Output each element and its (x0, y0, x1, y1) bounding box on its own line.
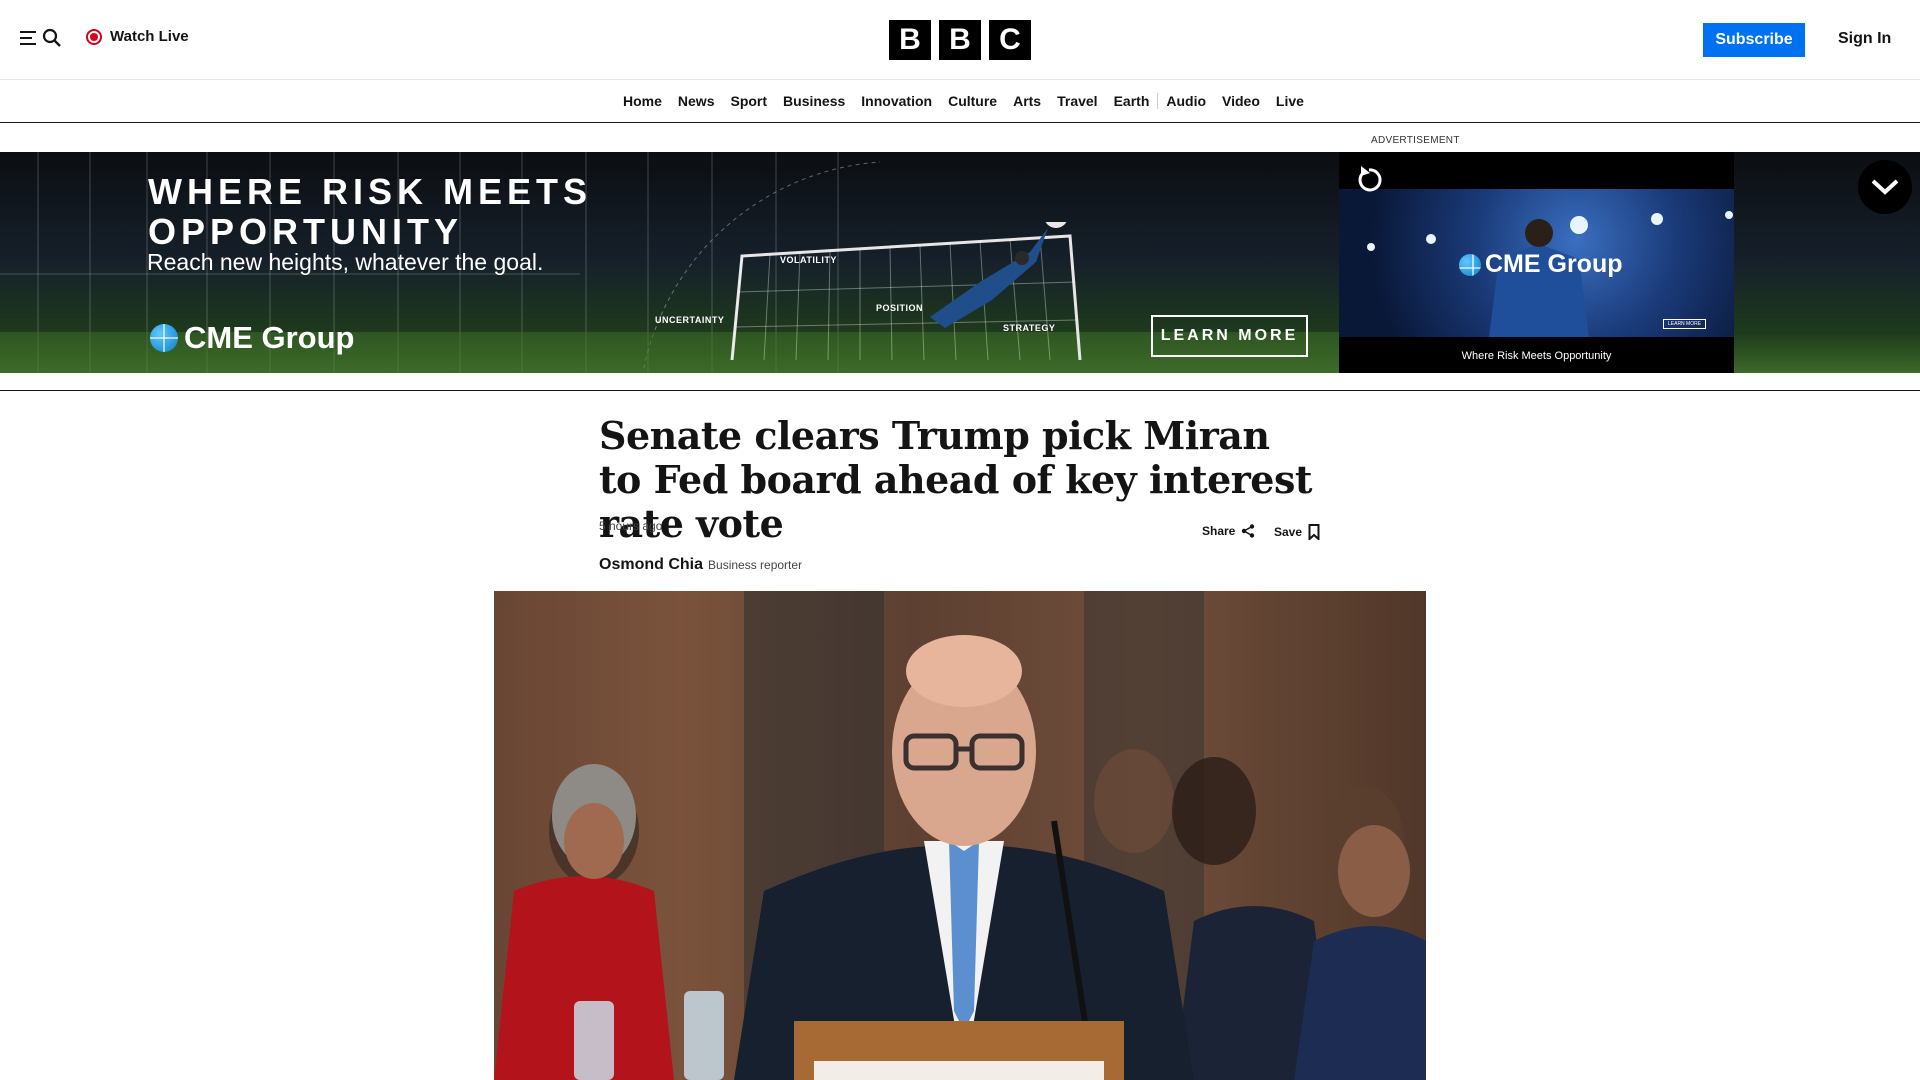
live-dot-icon (86, 28, 102, 45)
nav-item-video[interactable]: Video (1214, 93, 1268, 109)
author-name[interactable]: Osmond Chia (599, 556, 703, 574)
article-hero-image (494, 591, 1426, 1080)
nav-item-innovation[interactable]: Innovation (853, 93, 940, 109)
share-icon (1242, 524, 1255, 538)
ad-video-caption: Where Risk Meets Opportunity (1461, 350, 1612, 362)
ad-tag-uncertainty: UNCERTAINTY (655, 315, 725, 325)
chevron-down-icon (1871, 179, 1899, 195)
site-header: Watch Live B B C Subscribe Sign In (0, 0, 1920, 80)
ad-headline: WHERE RISK MEETS OPPORTUNITY (148, 172, 592, 252)
goal-illustration (730, 222, 1082, 361)
ad-learn-more-button[interactable]: LEARN MORE (1151, 315, 1308, 357)
menu-icon (20, 31, 36, 45)
nav-item-arts[interactable]: Arts (1005, 93, 1049, 109)
ad-headline-line: OPPORTUNITY (148, 211, 464, 252)
collapse-ad-button[interactable] (1858, 160, 1912, 214)
main-nav: Home News Sport Business Innovation Cult… (0, 81, 1920, 123)
nav-list: Home News Sport Business Innovation Cult… (615, 93, 1312, 109)
nav-item-home[interactable]: Home (615, 93, 670, 109)
article-timestamp: 5 hours ago (599, 519, 663, 533)
nav-item-earth[interactable]: Earth (1106, 93, 1159, 109)
nav-item-business[interactable]: Business (775, 93, 853, 109)
watch-live-label: Watch Live (110, 28, 189, 45)
ad-brand-logo: CME Group (150, 320, 355, 356)
globe-icon (1459, 253, 1481, 276)
byline: Osmond Chia Business reporter (599, 556, 802, 574)
subscribe-button[interactable]: Subscribe (1703, 23, 1805, 57)
watch-live-link[interactable]: Watch Live (86, 28, 189, 45)
save-button[interactable]: Save (1274, 524, 1320, 540)
ad-banner[interactable]: WHERE RISK MEETS OPPORTUNITY Reach new h… (0, 152, 1920, 373)
share-button[interactable]: Share (1202, 524, 1255, 538)
logo-letter: C (989, 20, 1031, 60)
nav-item-live[interactable]: Live (1268, 93, 1312, 109)
nav-item-news[interactable]: News (670, 93, 723, 109)
bookmark-icon (1308, 524, 1320, 540)
ad-tag-volatility: VOLATILITY (780, 255, 837, 265)
logo-letter: B (939, 20, 981, 60)
ad-video-brand: CME Group (1459, 250, 1623, 279)
ad-headline-line: WHERE RISK MEETS (148, 171, 593, 212)
ad-subheadline: Reach new heights, whatever the goal. (147, 249, 544, 275)
nav-item-travel[interactable]: Travel (1049, 93, 1105, 109)
ad-video-brand-name: CME Group (1485, 250, 1623, 278)
sign-in-link[interactable]: Sign In (1838, 30, 1891, 48)
save-label: Save (1274, 525, 1303, 539)
replay-icon[interactable] (1353, 164, 1385, 196)
advertisement-label: ADVERTISEMENT (1371, 135, 1460, 146)
ad-brand-name: CME Group (184, 320, 355, 355)
menu-search-button[interactable] (20, 28, 62, 48)
search-icon (42, 28, 61, 47)
globe-icon (150, 324, 178, 352)
ad-tag-position: POSITION (876, 303, 924, 313)
hero-photo-illustration (494, 591, 1426, 1080)
nav-item-culture[interactable]: Culture (940, 93, 1005, 109)
nav-item-sport[interactable]: Sport (722, 93, 775, 109)
bbc-logo[interactable]: B B C (889, 20, 1031, 60)
ad-video-cta[interactable]: LEARN MORE (1663, 319, 1707, 329)
nav-item-audio[interactable]: Audio (1158, 93, 1214, 109)
ad-tag-strategy: STRATEGY (1003, 323, 1056, 333)
author-role: Business reporter (708, 558, 803, 572)
ad-video-player[interactable]: LEARN MORE CME Group Where Risk Meets Op… (1339, 152, 1734, 373)
share-label: Share (1202, 524, 1236, 538)
divider (0, 390, 1920, 391)
logo-letter: B (889, 20, 931, 60)
